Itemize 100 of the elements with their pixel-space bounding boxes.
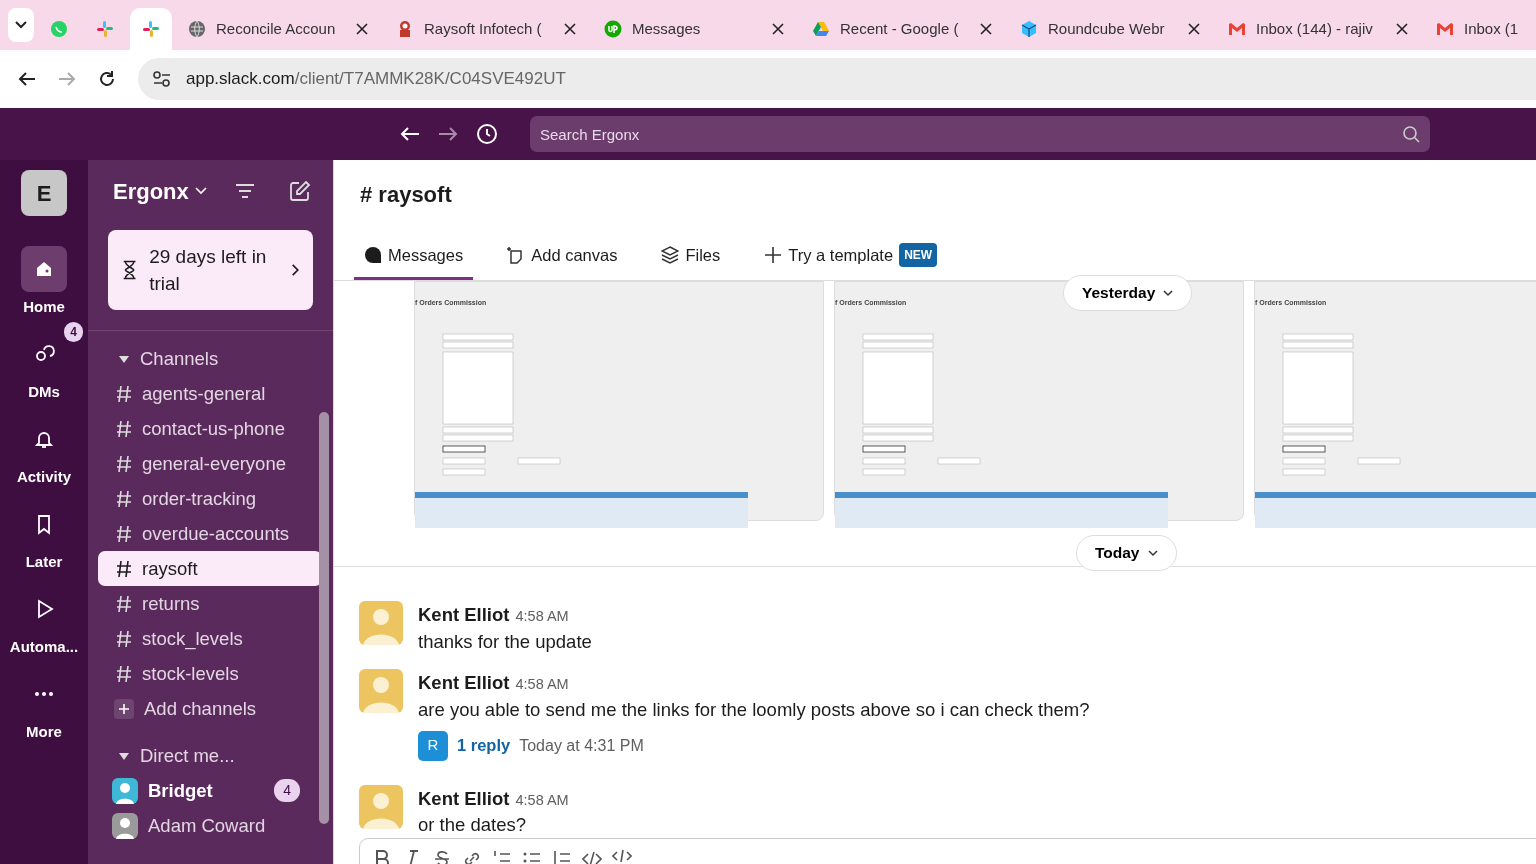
date-pill[interactable]: Yesterday xyxy=(1063,275,1193,311)
hash-icon xyxy=(116,384,132,403)
hash-icon xyxy=(116,664,132,683)
chat-bubble-icon xyxy=(50,20,68,38)
avatar-silhouette-icon xyxy=(359,784,403,829)
new-badge: NEW xyxy=(899,243,938,267)
envelope-m-icon xyxy=(1436,20,1454,38)
close-icon[interactable] xyxy=(1396,23,1408,35)
globe-icon xyxy=(188,20,206,38)
caret-icon xyxy=(118,353,130,364)
avatar-silhouette-icon xyxy=(359,668,403,713)
direct-message-item[interactable]: Adam Coward xyxy=(98,808,322,843)
caret-icon xyxy=(118,750,130,761)
layers-icon xyxy=(661,246,680,264)
search-icon[interactable] xyxy=(1402,125,1420,143)
browser-tab[interactable]: Reconcile Accoun xyxy=(176,8,380,50)
back-arrow-icon[interactable] xyxy=(18,71,36,87)
date-pill[interactable]: Today xyxy=(1076,535,1177,571)
channel-item[interactable]: returns xyxy=(98,586,322,621)
hash-icon xyxy=(116,629,132,648)
channel-item[interactable]: contact-us-phone xyxy=(98,411,322,446)
pinwheel-icon xyxy=(96,20,114,38)
triangle-logo-icon xyxy=(812,20,830,38)
channel-item[interactable]: stock-levels xyxy=(98,656,322,691)
hash-icon xyxy=(116,524,132,543)
tab-list-button[interactable] xyxy=(8,8,34,42)
channel-title: # raysoft xyxy=(360,181,453,209)
url-text: app.slack.com/client/T7AMMK28K/C04SVE492UT xyxy=(186,68,566,91)
browser-tab[interactable]: Roundcube Webr xyxy=(1008,8,1212,50)
plus-icon xyxy=(119,703,129,714)
search-field[interactable]: Search Ergonx xyxy=(530,116,1430,152)
channel-tab[interactable]: Files xyxy=(651,233,731,280)
avatar-silhouette-icon xyxy=(359,601,403,645)
message-text: thanks for the update xyxy=(418,629,592,654)
browser-tab[interactable]: Inbox (144) - rajiv xyxy=(1216,8,1420,50)
count-badge: 4 xyxy=(274,779,300,802)
close-icon[interactable] xyxy=(772,23,784,35)
author-name[interactable]: Kent Elliot xyxy=(418,604,510,625)
workspace-tile[interactable]: E xyxy=(21,170,67,216)
scrollbar-thumb[interactable] xyxy=(319,412,329,824)
pinwheel-icon xyxy=(142,20,160,38)
forward-arrow-icon[interactable] xyxy=(438,126,458,142)
browser-tab[interactable]: Inbox (1 xyxy=(1424,8,1536,50)
channel-tab[interactable]: Add canvas xyxy=(497,233,628,280)
message-text: are you able to send me the links for the loomly posts above so i can check them? xyxy=(418,697,1090,722)
numbered-list-icon[interactable] xyxy=(492,849,512,864)
channel-tab[interactable]: Try a template NEW xyxy=(754,233,948,280)
hash-icon xyxy=(116,419,132,438)
channel-item[interactable]: order-tracking xyxy=(98,481,322,516)
author-name[interactable]: Kent Elliot xyxy=(418,787,510,809)
reply-avatar: R xyxy=(418,730,448,761)
envelope-m-icon xyxy=(1228,20,1246,38)
site-settings-icon xyxy=(152,70,172,88)
avatar-silhouette-icon xyxy=(112,812,138,839)
trial-banner[interactable]: 29 days left in trial xyxy=(108,230,313,310)
chevron-down-icon xyxy=(194,187,207,195)
browser-tab[interactable]: Raysoft Infotech ( xyxy=(384,8,588,50)
message-text: or the dates? xyxy=(418,813,527,838)
close-icon[interactable] xyxy=(980,23,992,35)
section-header[interactable]: Direct me... xyxy=(98,738,322,773)
chevron-down-icon xyxy=(1163,289,1174,297)
browser-tab[interactable]: Messages xyxy=(592,8,796,50)
chevron-down-icon xyxy=(14,20,28,30)
hash-icon xyxy=(116,594,132,613)
message-time[interactable]: 4:58 AM xyxy=(515,791,569,808)
channel-item[interactable]: general-everyone xyxy=(98,446,322,481)
close-icon[interactable] xyxy=(564,23,576,35)
chevron-down-icon xyxy=(1147,549,1158,557)
channel-item[interactable]: agents-general xyxy=(98,376,322,411)
up-logo-icon xyxy=(604,20,622,38)
history-clock-icon[interactable] xyxy=(476,123,498,145)
hash-icon xyxy=(116,489,132,508)
cube-icon xyxy=(1020,20,1038,38)
code-icon[interactable] xyxy=(582,849,602,864)
browser-tab[interactable]: Recent - Google ( xyxy=(800,8,1004,50)
message-time[interactable]: 4:58 AM xyxy=(515,675,569,692)
address-bar[interactable]: app.slack.com/client/T7AMMK28K/C04SVE492UT xyxy=(138,58,1536,100)
channel-item[interactable]: stock_levels xyxy=(98,621,322,656)
quote-icon[interactable] xyxy=(552,849,572,864)
last-reply-time: Today at 4:31 PM xyxy=(519,735,644,756)
compose-icon[interactable] xyxy=(289,180,311,202)
count-badge: 4 xyxy=(64,322,83,342)
hourglass-icon xyxy=(122,259,138,281)
author-name[interactable]: Kent Elliot xyxy=(418,671,510,693)
close-icon[interactable] xyxy=(1188,23,1200,35)
speech-bubble-icon xyxy=(364,246,382,264)
code-block-icon[interactable] xyxy=(612,849,632,864)
section-header[interactable]: Channels xyxy=(98,341,322,376)
plus-icon xyxy=(764,246,783,264)
workspace-menu[interactable]: Ergonx xyxy=(113,174,207,208)
filter-icon[interactable] xyxy=(235,183,255,199)
direct-message-item[interactable]: Bridget 4 xyxy=(98,773,322,808)
close-icon[interactable] xyxy=(356,23,368,35)
message-time[interactable]: 4:58 AM xyxy=(515,608,569,624)
channel-item[interactable]: raysoft xyxy=(98,551,322,586)
ellipsis-icon xyxy=(35,692,53,696)
reply-count-link[interactable]: 1 reply xyxy=(457,733,511,758)
strikethrough-icon[interactable] xyxy=(432,849,452,864)
channel-item[interactable]: overdue-accounts xyxy=(98,516,322,551)
reload-icon[interactable] xyxy=(98,70,116,88)
